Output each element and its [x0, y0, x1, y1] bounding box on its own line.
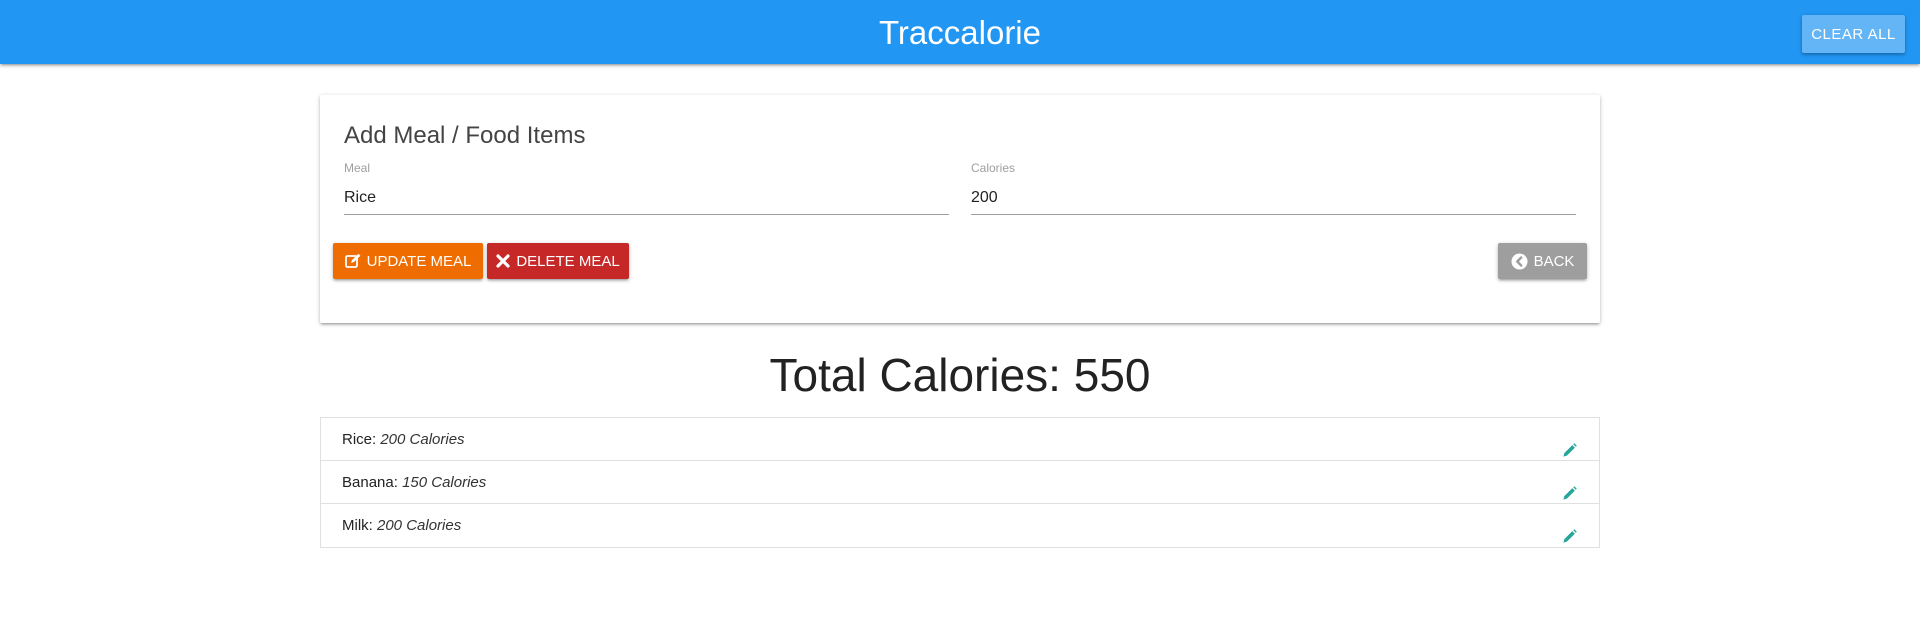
clear-all-button[interactable]: CLEAR ALL [1802, 15, 1905, 53]
times-icon [496, 254, 510, 268]
calories-label: Calories [971, 161, 1016, 175]
chevron-circle-left-icon [1511, 252, 1528, 270]
update-meal-label: UPDATE MEAL [366, 252, 472, 270]
item-name: Milk: [342, 517, 377, 534]
pencil-icon[interactable] [1562, 475, 1577, 500]
back-label: BACK [1533, 252, 1575, 270]
item-calories: 200 Calories [380, 431, 465, 448]
pencil-icon[interactable] [1562, 518, 1577, 543]
meal-input[interactable] [344, 181, 949, 215]
pencil-icon[interactable] [1562, 432, 1577, 457]
update-meal-button[interactable]: UPDATE MEAL [333, 243, 483, 279]
item-name: Banana: [342, 474, 403, 491]
meal-list: Rice: 200 Calories Banana: 150 Calories … [320, 417, 1600, 548]
meal-form-card: Add Meal / Food Items Meal Calories UPDA… [320, 95, 1600, 323]
meal-label: Meal [344, 161, 371, 175]
delete-meal-button[interactable]: DELETE MEAL [487, 243, 629, 279]
item-calories: 200 Calories [377, 517, 462, 534]
total-calories: Total Calories: 550 [769, 349, 1151, 401]
item-calories: 150 Calories [402, 474, 487, 491]
form-title: Add Meal / Food Items [344, 122, 586, 149]
navbar: Traccalorie CLEAR ALL [0, 0, 1920, 64]
delete-meal-label: DELETE MEAL [516, 252, 620, 270]
list-item: Rice: 200 Calories [321, 418, 1599, 461]
edit-square-icon [344, 253, 361, 269]
list-item: Banana: 150 Calories [321, 461, 1599, 504]
app-title[interactable]: Traccalorie [0, 0, 1920, 64]
calories-input[interactable] [971, 181, 1576, 215]
list-item: Milk: 200 Calories [321, 504, 1599, 547]
item-name: Rice: [342, 431, 381, 448]
back-button[interactable]: BACK [1498, 243, 1587, 279]
